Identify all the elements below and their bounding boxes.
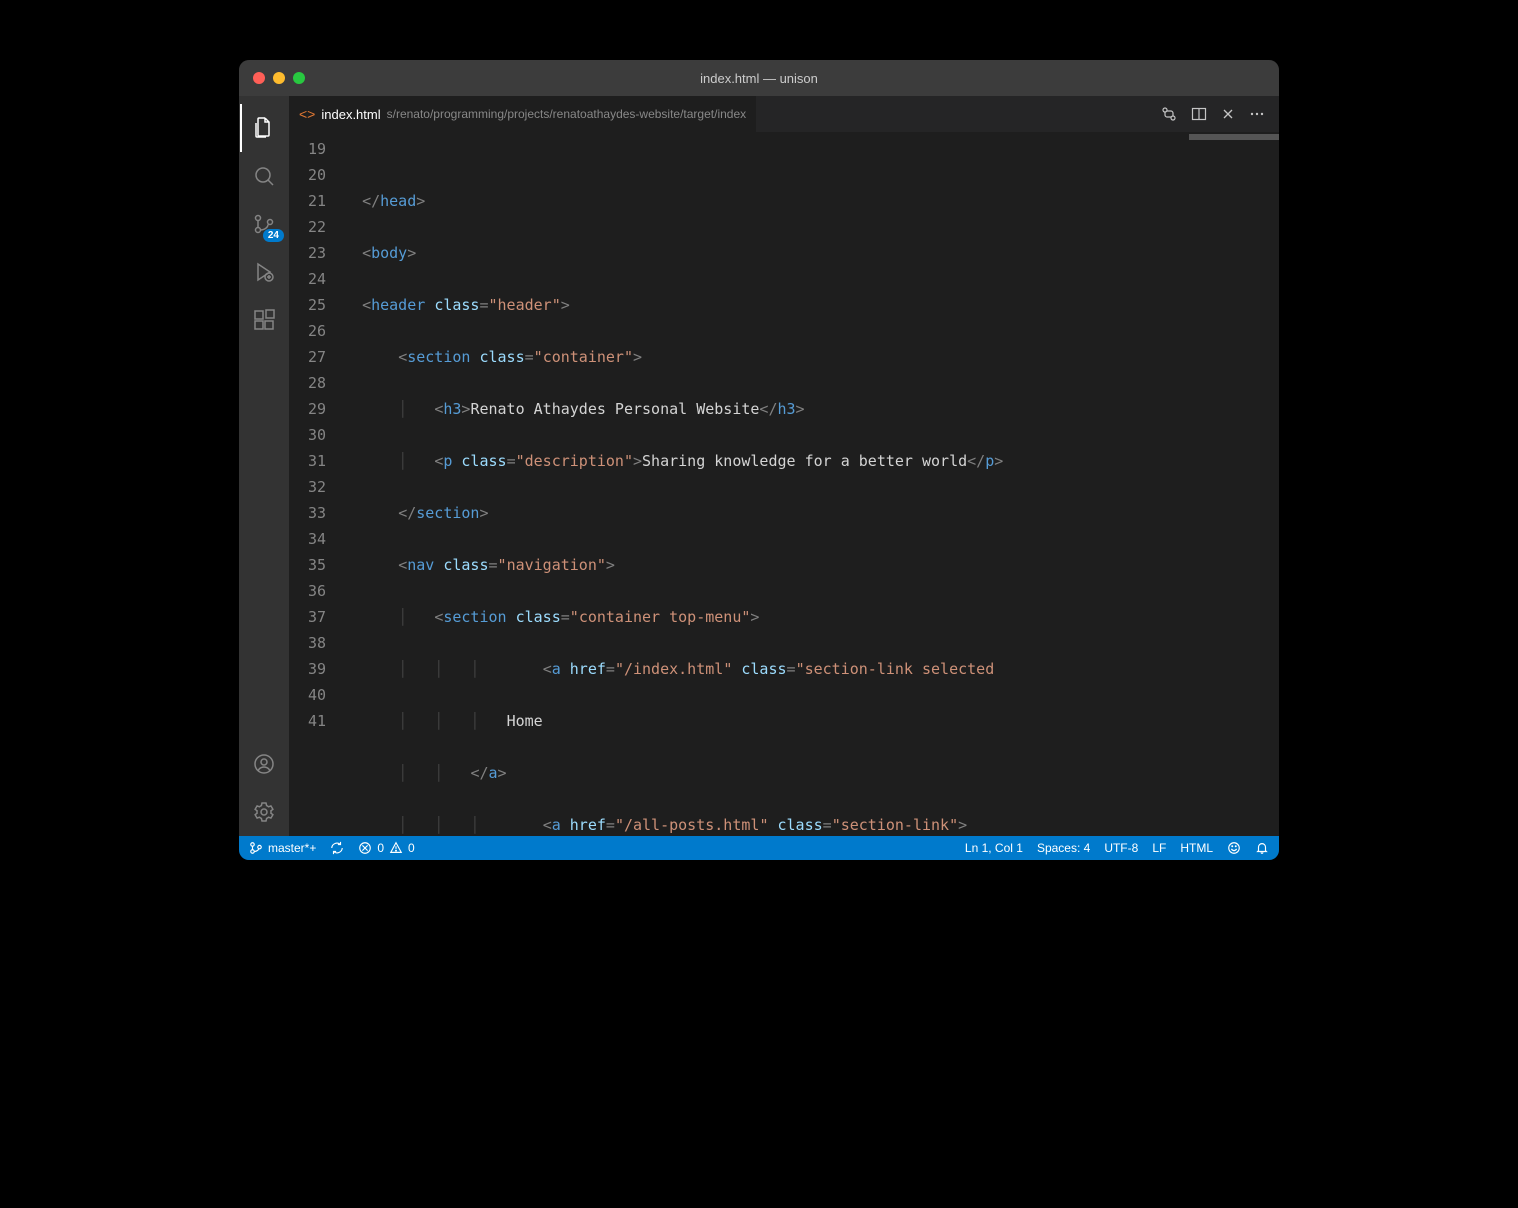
status-bell-icon[interactable] (1255, 841, 1269, 855)
tab-bar: <> index.html s/renato/programming/proje… (289, 96, 1279, 132)
status-branch[interactable]: master*+ (249, 841, 316, 855)
titlebar: index.html — unison (239, 60, 1279, 96)
activity-bar: 24 (239, 96, 289, 836)
scm-badge: 24 (263, 229, 284, 242)
explorer-icon[interactable] (240, 104, 288, 152)
status-language[interactable]: HTML (1180, 841, 1213, 855)
extensions-icon[interactable] (240, 296, 288, 344)
status-problems[interactable]: 0 0 (358, 841, 414, 855)
status-encoding[interactable]: UTF-8 (1104, 841, 1138, 855)
tab-path: s/renato/programming/projects/renatoatha… (387, 107, 747, 121)
split-editor-icon[interactable] (1191, 106, 1207, 122)
tab-actions (1161, 106, 1279, 122)
status-sync-icon[interactable] (330, 841, 344, 855)
minimize-window-button[interactable] (273, 72, 285, 84)
editor-body[interactable]: 1920212223242526272829303132333435363738… (289, 132, 1279, 836)
close-tab-icon[interactable] (1221, 106, 1235, 122)
status-indent[interactable]: Spaces: 4 (1037, 841, 1090, 855)
status-cursor[interactable]: Ln 1, Col 1 (965, 841, 1023, 855)
tab-index-html[interactable]: <> index.html s/renato/programming/proje… (289, 96, 757, 132)
traffic-lights (239, 72, 305, 84)
compare-changes-icon[interactable] (1161, 106, 1177, 122)
more-actions-icon[interactable] (1249, 106, 1265, 122)
statusbar: master*+ 0 0 Ln 1, Col 1 Spaces: 4 UTF-8… (239, 836, 1279, 860)
status-feedback-icon[interactable] (1227, 841, 1241, 855)
close-window-button[interactable] (253, 72, 265, 84)
status-eol[interactable]: LF (1152, 841, 1166, 855)
editor-area: <> index.html s/renato/programming/proje… (289, 96, 1279, 836)
tab-filename: index.html (321, 107, 380, 122)
html-file-icon: <> (299, 106, 315, 122)
line-number-gutter: 1920212223242526272829303132333435363738… (289, 132, 344, 836)
accounts-icon[interactable] (240, 740, 288, 788)
maximize-window-button[interactable] (293, 72, 305, 84)
window-title: index.html — unison (239, 71, 1279, 86)
minimap-slider[interactable] (1189, 134, 1279, 140)
code-content[interactable]: </head> <body> <header class="header"> <… (344, 132, 1279, 836)
search-icon[interactable] (240, 152, 288, 200)
main-area: 24 <> index.html s/renato/progr (239, 96, 1279, 836)
run-debug-icon[interactable] (240, 248, 288, 296)
editor-window: index.html — unison 24 (239, 60, 1279, 860)
settings-gear-icon[interactable] (240, 788, 288, 836)
source-control-icon[interactable]: 24 (240, 200, 288, 248)
